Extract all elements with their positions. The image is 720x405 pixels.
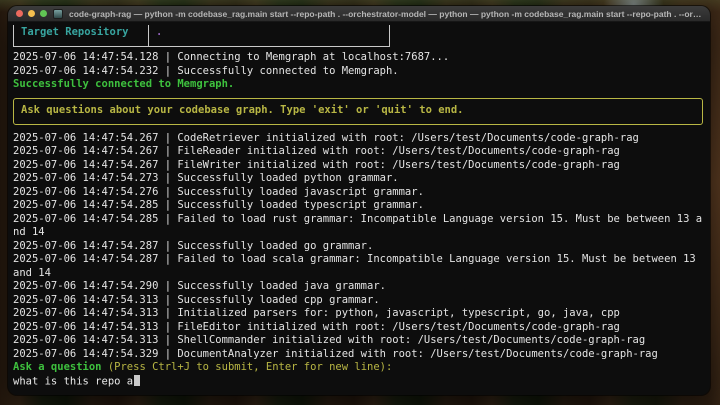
target-repository-table: Target Repository . [13, 25, 390, 47]
repo-table-label: Target Repository [21, 26, 129, 38]
command-input-text: what is this repo a [13, 375, 134, 387]
prompt-label: Ask a question [13, 361, 102, 373]
terminal-app-icon [53, 8, 63, 19]
terminal-log-line: 2025-07-06 14:47:54.267 | FileWriter ini… [13, 158, 620, 171]
terminal-content: Target Repository . 2025-07-06 14:47:54.… [8, 22, 710, 395]
traffic-lights [16, 10, 47, 17]
window-titlebar[interactable]: code-graph-rag — python -m codebase_rag.… [8, 6, 710, 22]
terminal-log-line: 2025-07-06 14:47:54.232 | Successfully c… [13, 64, 399, 77]
repo-table-value-cell: . [148, 25, 390, 47]
terminal-log-line: Successfully connected to Memgraph. [13, 78, 235, 90]
minimize-button[interactable] [28, 10, 35, 17]
close-button[interactable] [16, 10, 23, 17]
terminal-log-line: 2025-07-06 14:47:54.285 | Successfully l… [13, 199, 424, 211]
window-title: code-graph-rag — python -m codebase_rag.… [69, 8, 702, 19]
terminal-log-line: 2025-07-06 14:47:54.287 | Successfully l… [13, 239, 374, 252]
terminal-log-line: 2025-07-06 14:47:54.313 | FileEditor ini… [13, 320, 620, 333]
log-lines-post-banner: 2025-07-06 14:47:54.267 | CodeRetriever … [13, 132, 705, 362]
command-input[interactable]: what is this repo a [13, 374, 705, 389]
terminal-log-line: 2025-07-06 14:47:54.313 | Successfully l… [13, 293, 380, 306]
terminal-window: code-graph-rag — python -m codebase_rag.… [8, 6, 710, 395]
prompt-hint: (Press Ctrl+J to submit, Enter for new l… [101, 361, 393, 373]
terminal-log-line: 2025-07-06 14:47:54.287 | Failed to load… [13, 253, 696, 265]
terminal-log-line: 2025-07-06 14:47:54.273 | Successfully l… [13, 172, 399, 184]
terminal-log-line: 2025-07-06 14:47:54.313 | ShellCommander… [13, 334, 646, 346]
terminal-log-line: 2025-07-06 14:47:54.267 | FileReader ini… [13, 145, 620, 157]
instructions-banner-text: Ask questions about your codebase graph.… [21, 104, 464, 117]
terminal-log-line: 2025-07-06 14:47:54.290 | Successfully l… [13, 280, 386, 292]
terminal-log-line: and 14 [13, 266, 51, 279]
zoom-button[interactable] [40, 10, 47, 17]
terminal-log-line: 2025-07-06 14:47:54.313 | Initialized pa… [13, 307, 620, 319]
terminal-log-line: nd 14 [13, 226, 45, 238]
repo-table-label-cell: Target Repository [13, 25, 148, 47]
terminal-log-line: 2025-07-06 14:47:54.267 | CodeRetriever … [13, 131, 639, 144]
question-prompt: Ask a question (Press Ctrl+J to submit, … [13, 361, 705, 375]
log-lines-pre-banner: 2025-07-06 14:47:54.128 | Connecting to … [13, 51, 705, 92]
instructions-banner: Ask questions about your codebase graph.… [13, 97, 703, 125]
terminal-log-line: 2025-07-06 14:47:54.329 | DocumentAnalyz… [13, 347, 658, 360]
terminal-log-line: 2025-07-06 14:47:54.128 | Connecting to … [13, 51, 450, 63]
terminal-log-line: 2025-07-06 14:47:54.276 | Successfully l… [13, 185, 424, 198]
repo-path-value: . [156, 26, 163, 38]
terminal-log-line: 2025-07-06 14:47:54.285 | Failed to load… [13, 212, 703, 225]
text-cursor [134, 374, 141, 386]
